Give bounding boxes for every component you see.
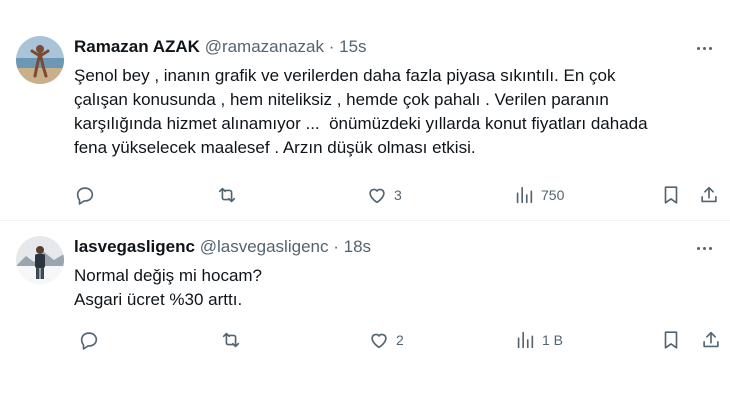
share-button[interactable] [698,183,720,207]
action-bar: 2 1 B [70,328,720,352]
retweet-button[interactable] [216,183,238,207]
share-button[interactable] [700,328,722,352]
action-bar: 3 750 [70,183,720,207]
tweet-text-line: Şenol bey , inanın grafik ve verilerden … [74,66,616,85]
reply-button[interactable] [78,328,100,352]
views-count: 1 B [542,332,564,348]
tweet-text: Şenol bey , inanın grafik ve verilerden … [74,64,714,160]
views-icon [516,186,533,204]
views-button[interactable]: 1 B [514,328,563,352]
avatar[interactable] [16,36,64,84]
tweet-text-line: Normal değiş mi hocam? [74,266,263,285]
author-name[interactable]: Ramazan AZAK [74,37,200,56]
share-icon [701,186,717,203]
author-name[interactable]: lasvegasligenc [74,237,195,256]
share-icon [703,331,719,348]
separator-dot: · [333,237,339,256]
like-button[interactable]: 3 [366,183,402,207]
retweet-icon [222,332,240,348]
like-count: 2 [396,332,404,348]
retweet-button[interactable] [220,328,242,352]
more-icon[interactable] [692,38,716,58]
author-handle[interactable]: @ramazanazak [205,37,324,56]
views-count: 750 [541,187,565,203]
tweet-header: lasvegasligenc @lasvegasligenc · 18s [74,236,371,258]
bookmark-button[interactable] [660,328,682,352]
tweet-text-line: çalışan konusunda , hem niteliksiz , hem… [74,90,609,109]
more-icon[interactable] [692,238,716,258]
views-icon [517,331,534,349]
tweet-text-line: fena yükselecek maalesef . Arzın düşük o… [74,138,476,157]
like-button[interactable]: 2 [368,328,404,352]
tweet-header: Ramazan AZAK @ramazanazak · 15s [74,36,367,58]
avatar[interactable] [16,236,64,284]
divider [0,220,730,221]
bookmark-button[interactable] [660,183,682,207]
views-button[interactable]: 750 [513,183,564,207]
reply-button[interactable] [74,183,96,207]
tweet-text: Normal değiş mi hocam? Asgari ücret %30 … [74,264,714,312]
like-icon [369,188,385,204]
bookmark-icon [664,186,678,204]
timestamp[interactable]: 15s [339,37,366,56]
like-count: 3 [394,187,402,203]
reply-icon [76,187,94,205]
author-handle[interactable]: @lasvegasligenc [200,237,329,256]
reply-icon [80,332,98,350]
retweet-icon [218,187,236,203]
like-icon [371,333,387,349]
timestamp[interactable]: 18s [344,237,371,256]
bookmark-icon [664,331,678,349]
tweet-text-line: Asgari ücret %30 arttı. [74,290,243,309]
tweet-text-line: karşılığında hizmet alınamıyor ... önümü… [74,114,648,133]
separator-dot: · [328,37,335,56]
